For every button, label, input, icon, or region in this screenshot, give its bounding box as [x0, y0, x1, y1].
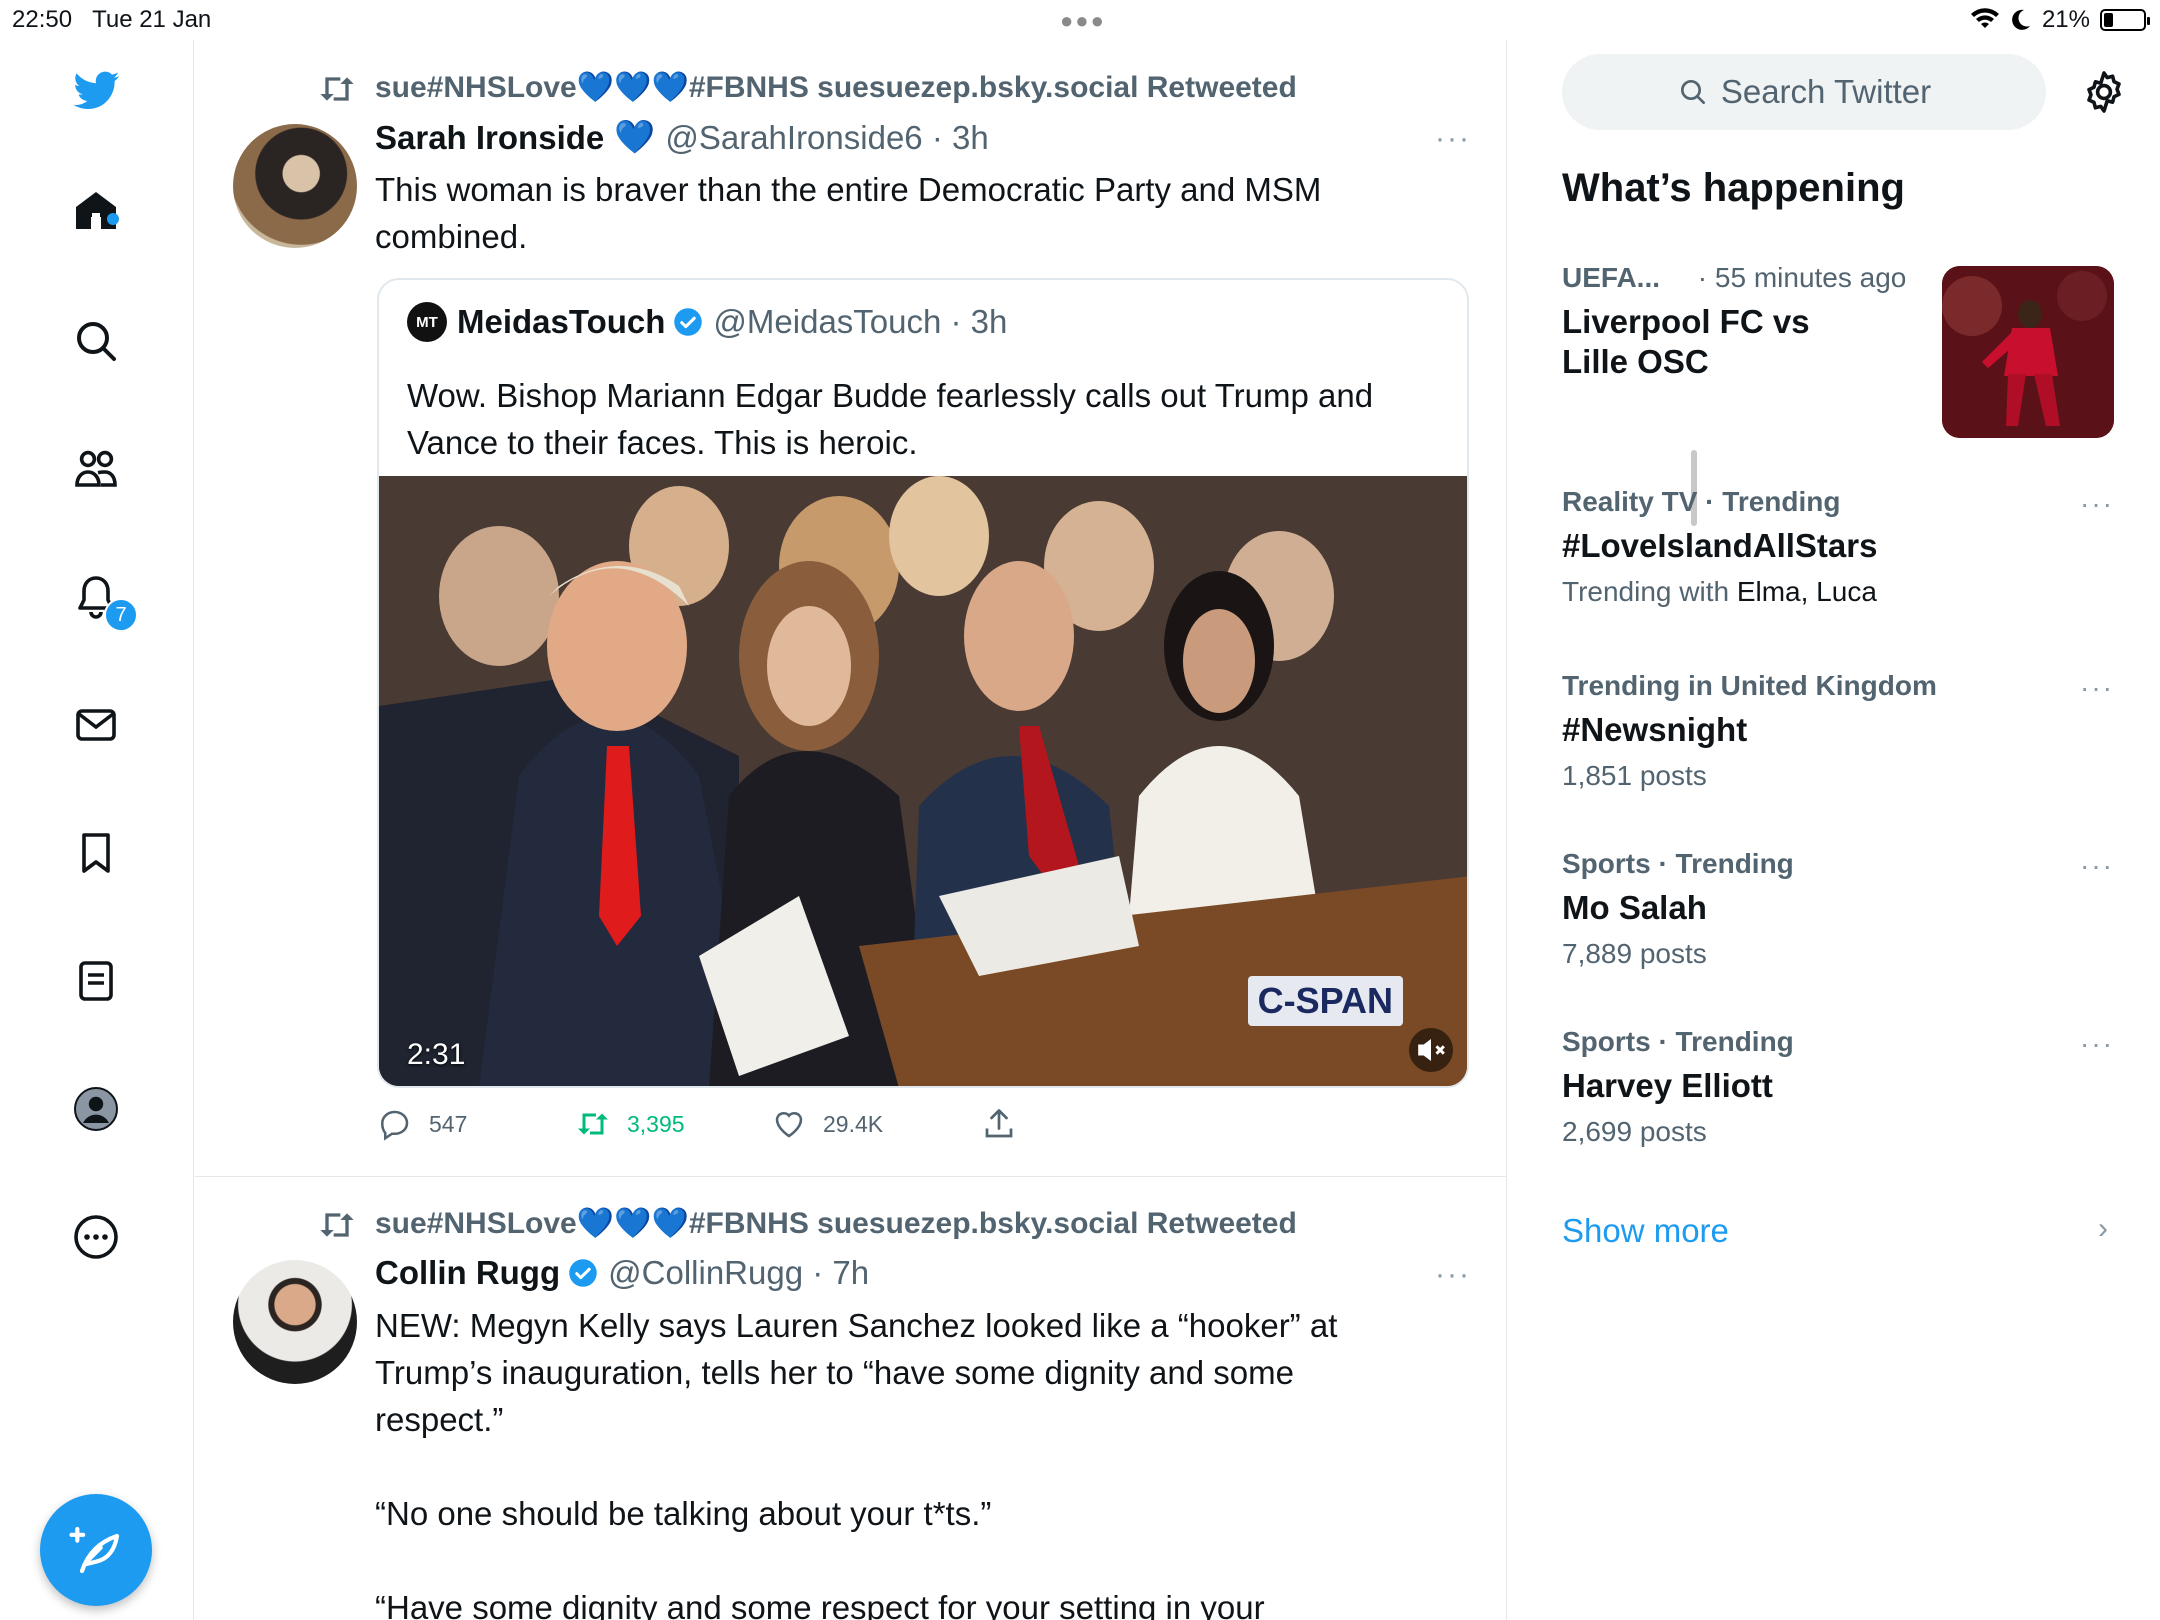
retweet-icon — [320, 1213, 354, 1237]
more-circle-icon[interactable] — [67, 1208, 125, 1266]
blue-hearts: 💙💙💙 — [576, 71, 689, 104]
search-input[interactable]: Search Twitter — [1562, 54, 2046, 130]
quote-author-handle: @MeidasTouch · 3h — [713, 303, 1008, 340]
trend-more-icon[interactable]: ··· — [2080, 488, 2114, 520]
trend-more-icon[interactable]: ··· — [2080, 850, 2114, 882]
compose-button[interactable] — [40, 1494, 152, 1606]
status-bar: 22:50 Tue 21 Jan ●●● 21% — [0, 0, 2160, 40]
name-heart-icon: 💙 — [614, 118, 656, 155]
share-icon — [985, 1109, 1013, 1138]
quote-text: Wow. Bishop Mariann Edgar Budde fearless… — [407, 377, 1374, 461]
trend-item[interactable]: UEFA... · 55 minutes ago Liverpool FC vs… — [1562, 262, 1922, 382]
status-time: 22:50 Tue 21 Jan — [12, 6, 212, 33]
quote-author: MT MeidasTouch @MeidasTouch · 3h — [407, 302, 1007, 342]
search-icon — [1680, 80, 1705, 104]
trend-sub: 1,851 posts — [1562, 760, 1707, 791]
trend-title: Liverpool FC vs Lille OSC — [1562, 303, 1810, 380]
trend-sub: 7,889 posts — [1562, 938, 1707, 969]
reply-icon — [380, 1110, 409, 1141]
compose-feather-icon — [69, 1526, 120, 1574]
retweet-action-icon — [578, 1113, 608, 1135]
trend-sub: Trending with Elma, Luca — [1562, 576, 1877, 607]
show-more-link[interactable]: Show more — [1562, 1212, 1729, 1250]
video-player[interactable]: 2:31 C-SPAN — [379, 476, 1467, 1086]
trend-title: #Newsnight — [1562, 711, 1748, 748]
timeline: sue#NHSLove 💙💙💙 #FBNHS suesuezep.bsky.soci… — [195, 40, 1697, 1620]
more-options-icon[interactable]: ··· — [1435, 122, 1471, 156]
tweet-actions: 547 3,395 29.4K — [377, 1106, 1077, 1146]
more-options-icon[interactable]: ··· — [1435, 1258, 1471, 1292]
reply-button[interactable]: 547 — [377, 1106, 467, 1142]
tweet-author[interactable]: Sarah Ironside 💙 @SarahIronside6 · 3h — [375, 118, 989, 157]
mute-icon[interactable] — [1409, 1028, 1453, 1072]
verified-badge-icon — [569, 1259, 597, 1287]
communities-icon[interactable] — [67, 440, 125, 498]
author-name: Sarah Ironside — [375, 118, 605, 156]
notifications-badge: 7 — [104, 598, 138, 632]
retweet-icon — [320, 77, 354, 101]
verified-badge-icon — [674, 308, 703, 336]
tweet-author[interactable]: Collin Rugg @CollinRugg · 7h — [375, 1254, 869, 1292]
trend-meta: Trending in United Kingdom — [1562, 670, 1937, 701]
video-duration: 2:31 — [407, 1038, 466, 1071]
left-nav: 7 — [0, 40, 194, 1620]
tweet-text: NEW: Megyn Kelly says Lauren Sanchez loo… — [375, 1307, 1338, 1620]
trend-meta: Reality TV · Trending — [1562, 486, 1841, 517]
trend-title: #LoveIslandAllStars — [1562, 527, 1878, 564]
tweet-divider — [195, 1176, 1507, 1177]
reply-count: 547 — [429, 1110, 468, 1137]
trend-title: Harvey Elliott — [1562, 1067, 1773, 1104]
trend-item[interactable]: Reality TV · Trending #LoveIslandAllStar… — [1562, 486, 2122, 608]
profile-icon[interactable] — [67, 1080, 125, 1138]
avatar[interactable] — [233, 1260, 357, 1384]
like-button[interactable]: 29.4K — [771, 1106, 883, 1142]
trend-meta: UEFA... · 55 minutes ago — [1562, 262, 1907, 293]
trend-item[interactable]: Sports · Trending Mo Salah 7,889 posts — [1562, 848, 2122, 970]
chevron-right-icon[interactable]: › — [2098, 1212, 2108, 1246]
home-icon[interactable] — [67, 182, 125, 240]
blue-hearts: 💙💙💙 — [576, 1207, 689, 1240]
moon-icon — [2012, 9, 2030, 30]
trend-meta: Sports · Trending — [1562, 1026, 1794, 1057]
retweet-context: sue#NHSLove 💙💙💙 #FBNHS suesuezep.bsky.soci… — [320, 1206, 1297, 1241]
battery-icon — [2100, 9, 2150, 31]
retweet-context: sue#NHSLove 💙💙💙 #FBNHS suesuezep.bsky.soci… — [320, 70, 1297, 105]
retweet-button[interactable]: 3,395 — [575, 1106, 685, 1142]
trend-sub: 2,699 posts — [1562, 1116, 1707, 1147]
trend-more-icon[interactable]: ··· — [2080, 672, 2114, 704]
author-handle: @CollinRugg · 7h — [608, 1254, 870, 1291]
gear-icon[interactable] — [2080, 68, 2128, 116]
trend-meta: Sports · Trending — [1562, 848, 1794, 879]
trend-item[interactable]: Sports · Trending Harvey Elliott 2,699 p… — [1562, 1026, 2122, 1148]
trend-title: Mo Salah — [1562, 889, 1707, 926]
trend-thumbnail[interactable] — [1942, 266, 2114, 438]
sidebar: Search Twitter What’s happening UEFA... … — [1508, 40, 2160, 1620]
search-placeholder: Search Twitter — [1720, 73, 1932, 110]
author-handle: @SarahIronside6 · 3h — [665, 118, 989, 156]
multitasking-dots[interactable]: ●●● — [1060, 8, 1106, 34]
heart-icon — [775, 1111, 803, 1138]
tweet-text: This woman is braver than the entire Dem… — [375, 171, 1322, 255]
battery-percent: 21% — [2041, 6, 2090, 33]
retweet-count: 3,395 — [627, 1110, 685, 1137]
home-unread-dot — [107, 213, 119, 225]
list-icon[interactable] — [67, 952, 125, 1010]
search-icon[interactable] — [67, 312, 125, 370]
whats-happening-title: What’s happening — [1562, 166, 1905, 210]
wifi-icon — [1970, 8, 1999, 28]
author-name: Collin Rugg — [375, 1254, 561, 1291]
meidastouch-logo: MT — [407, 302, 447, 342]
trend-more-icon[interactable]: ··· — [2080, 1028, 2114, 1060]
share-button[interactable] — [981, 1106, 1017, 1142]
avatar[interactable] — [233, 124, 357, 248]
envelope-icon[interactable] — [67, 696, 125, 754]
twitter-bird-icon[interactable] — [67, 62, 125, 120]
status-right: 21% — [1970, 6, 2150, 34]
quote-author-name: MeidasTouch — [457, 303, 666, 340]
trend-item[interactable]: Trending in United Kingdom #Newsnight 1,… — [1562, 670, 2122, 792]
quoted-tweet[interactable]: MT MeidasTouch @MeidasTouch · 3h Wow. Bi… — [377, 278, 1469, 1088]
like-count: 29.4K — [823, 1110, 884, 1137]
cspan-watermark: C-SPAN — [1247, 976, 1403, 1026]
bookmark-icon[interactable] — [67, 824, 125, 882]
